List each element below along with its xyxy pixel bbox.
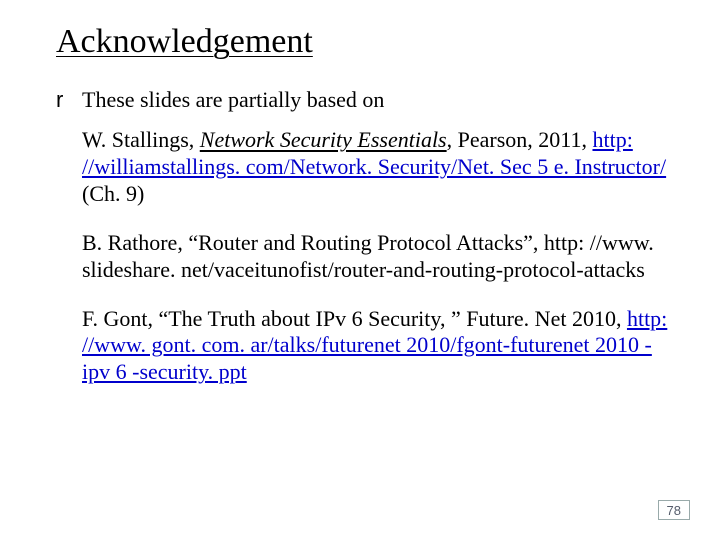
ref-line: B. Rathore, “Router and Routing Protocol… — [82, 230, 654, 282]
ref-tail: (Ch. 9) — [82, 181, 144, 206]
slide: Acknowledgement r These slides are parti… — [0, 0, 720, 540]
reference-rathore: B. Rathore, “Router and Routing Protocol… — [82, 230, 670, 284]
bullet-glyph: r — [56, 87, 68, 113]
slide-title: Acknowledgement — [56, 22, 670, 61]
bullet-item: r These slides are partially based on — [56, 87, 670, 113]
reference-gont: F. Gont, “The Truth about IPv 6 Security… — [82, 306, 670, 386]
bullet-text: These slides are partially based on — [82, 87, 384, 113]
page-number: 78 — [658, 500, 690, 520]
references: W. Stallings, Network Security Essential… — [56, 127, 670, 386]
ref-author: W. Stallings, — [82, 127, 200, 152]
ref-after-title: , Pearson, 2011, — [447, 127, 593, 152]
reference-stallings: W. Stallings, Network Security Essential… — [82, 127, 670, 207]
ref-title: Network Security Essentials — [200, 127, 447, 152]
ref-prefix: F. Gont, “The Truth about IPv 6 Security… — [82, 306, 627, 331]
